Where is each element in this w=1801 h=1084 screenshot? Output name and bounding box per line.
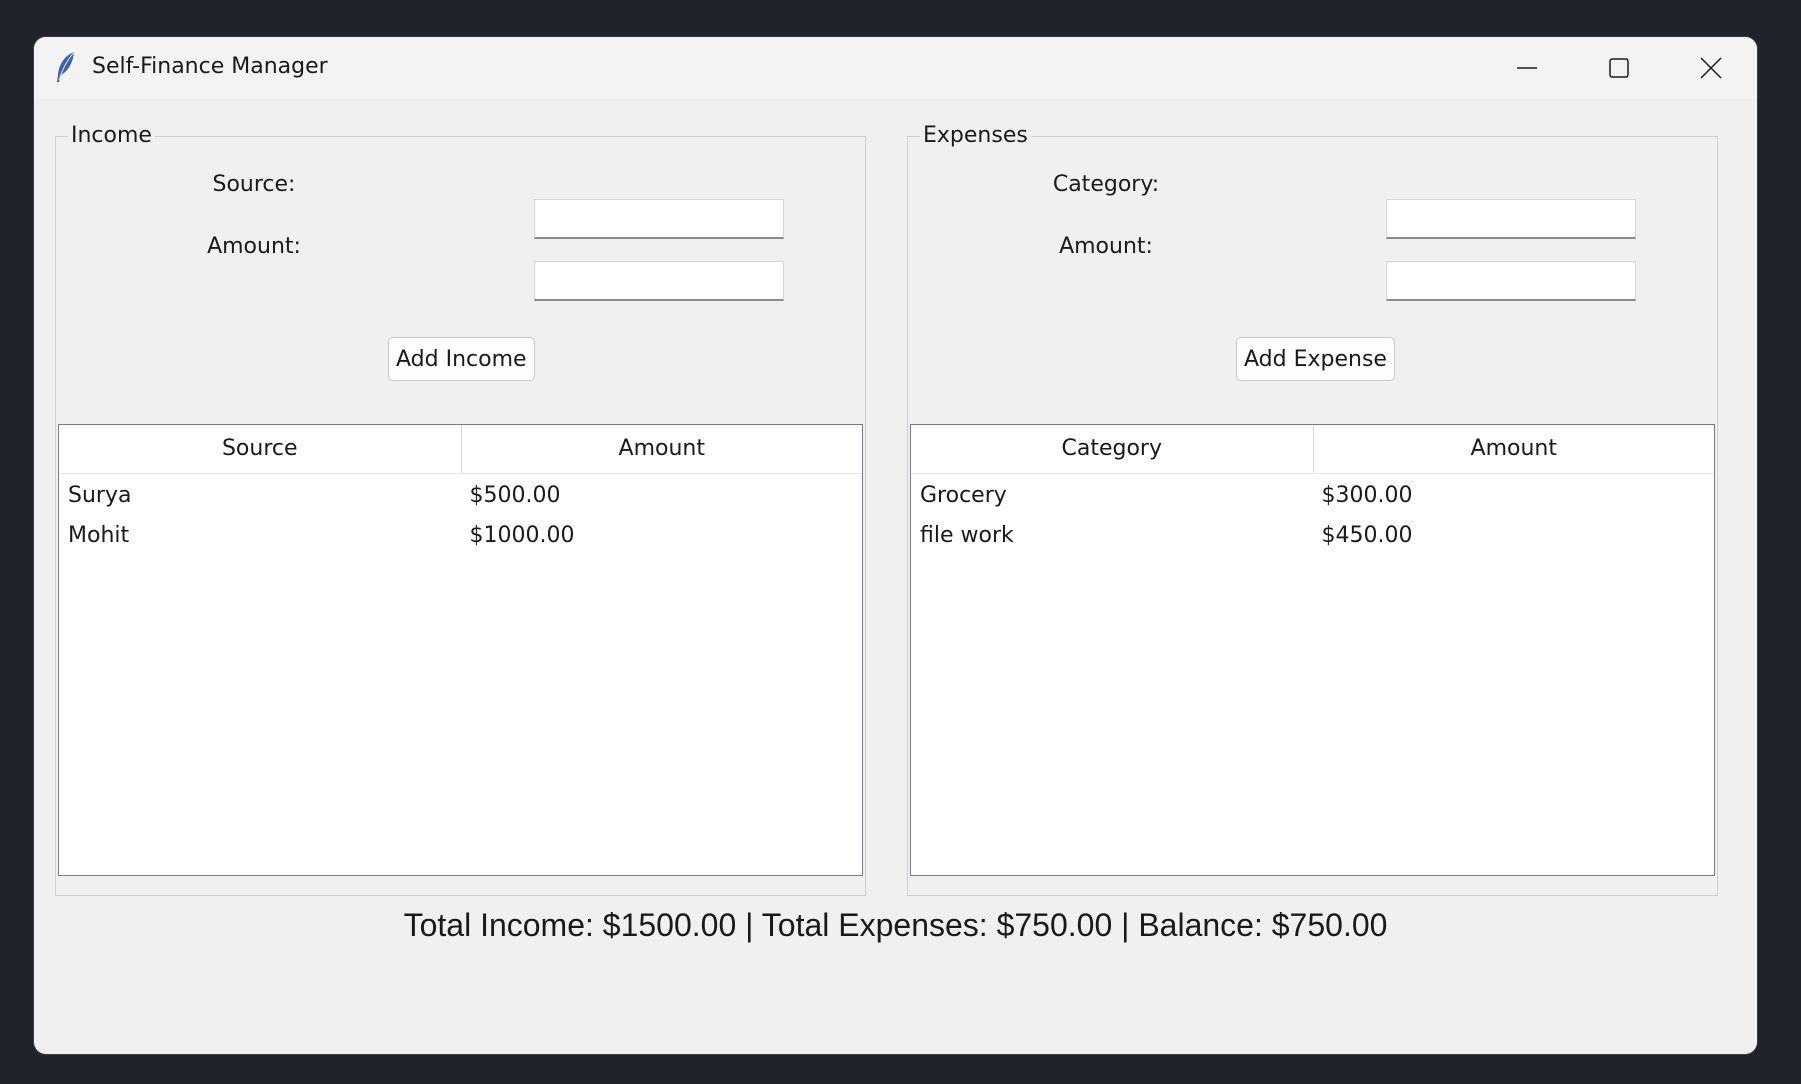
expenses-column-category[interactable]: Category [911, 425, 1313, 473]
table-row[interactable]: Mohit $1000.00 [59, 515, 862, 555]
add-expense-button[interactable]: Add Expense [1236, 337, 1395, 381]
expense-amount-cell: $300.00 [1321, 482, 1413, 508]
expense-category-input[interactable] [1386, 199, 1636, 239]
expense-category-cell: file work [920, 522, 1014, 548]
maximize-icon [1609, 58, 1629, 78]
income-source-cell: Surya [68, 482, 132, 508]
expenses-table[interactable]: Category Amount Grocery $300.00 file wor… [910, 424, 1715, 876]
income-amount-cell: $1000.00 [469, 522, 575, 548]
table-row[interactable]: Grocery $300.00 [911, 475, 1714, 515]
income-group: Income Source: Amount: Add Income Source… [55, 122, 866, 896]
income-amount-input[interactable] [534, 261, 784, 301]
expense-amount-cell: $450.00 [1321, 522, 1413, 548]
expenses-group: Expenses Category: Amount: Add Expense C… [907, 122, 1718, 896]
income-column-amount[interactable]: Amount [460, 425, 863, 473]
title-bar[interactable]: Self-Finance Manager [34, 37, 1757, 99]
table-row[interactable]: Surya $500.00 [59, 475, 862, 515]
expense-category-label: Category: [1052, 172, 1160, 197]
expenses-group-title: Expenses [920, 122, 1031, 150]
income-column-source[interactable]: Source [59, 425, 461, 473]
income-source-label: Source: [212, 172, 296, 197]
expenses-table-header: Category Amount [911, 425, 1714, 474]
window-title: Self-Finance Manager [92, 54, 328, 79]
income-table[interactable]: Source Amount Surya $500.00 Mohit $1000.… [58, 424, 863, 876]
income-group-title: Income [68, 122, 155, 150]
maximize-button[interactable] [1573, 37, 1665, 99]
feather-icon [54, 51, 78, 83]
income-amount-cell: $500.00 [469, 482, 561, 508]
income-table-header: Source Amount [59, 425, 862, 474]
app-window: Self-Finance Manager Income Source: Amou… [34, 37, 1757, 1054]
minimize-icon [1517, 58, 1537, 78]
expenses-column-amount[interactable]: Amount [1312, 425, 1715, 473]
expense-amount-input[interactable] [1386, 261, 1636, 301]
close-icon [1700, 57, 1722, 79]
expense-category-cell: Grocery [920, 482, 1007, 508]
minimize-button[interactable] [1481, 37, 1573, 99]
income-source-input[interactable] [534, 199, 784, 239]
close-button[interactable] [1665, 37, 1757, 99]
income-source-cell: Mohit [68, 522, 130, 548]
expense-amount-label: Amount: [1059, 234, 1153, 259]
income-amount-label: Amount: [207, 234, 301, 259]
add-income-button[interactable]: Add Income [388, 337, 535, 381]
summary-label: Total Income: $1500.00 | Total Expenses:… [403, 907, 1388, 943]
table-row[interactable]: file work $450.00 [911, 515, 1714, 555]
